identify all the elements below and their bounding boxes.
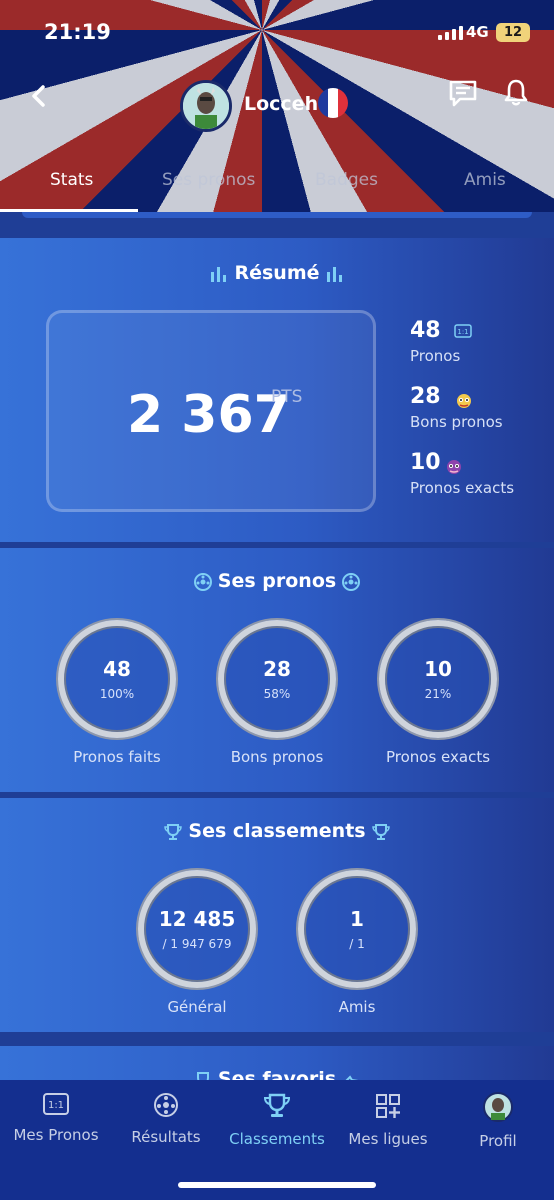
ring-label: Pronos exacts xyxy=(385,748,491,766)
ring-sub: / 1 xyxy=(349,937,365,951)
tab-ses-pronos[interactable]: Ses pronos xyxy=(162,170,255,190)
bar-chart-icon xyxy=(211,266,227,282)
favoris-card: Ses favoris xyxy=(0,1046,554,1082)
tab-badges[interactable]: Badges xyxy=(315,170,378,190)
ring-value: 48 xyxy=(103,657,131,681)
ring-sub: 100% xyxy=(99,687,135,701)
france-flag-icon xyxy=(318,88,348,118)
ball-icon xyxy=(154,1093,178,1117)
stat-pronos: 48 1:1 Pronos xyxy=(410,318,472,365)
trophy-icon xyxy=(164,823,183,840)
ring-value: 28 xyxy=(263,657,291,681)
profile-header: 21:19 4G 12 Locceh Stats Ses pronos Badg… xyxy=(0,0,554,212)
avatar-icon xyxy=(483,1092,513,1122)
ring-general: 12 485 / 1 947 679 Général xyxy=(117,870,277,1016)
stats-content[interactable]: Résumé 2 367 PTS 48 1:1 Pronos 28 Bons p… xyxy=(0,212,554,1082)
classements-title: Ses classements xyxy=(0,820,554,842)
nav-resultats[interactable]: Résultats xyxy=(111,1092,221,1146)
ring-label: Amis xyxy=(338,998,376,1016)
nav-label: Mes Pronos xyxy=(13,1126,99,1144)
bar-chart-icon xyxy=(326,266,342,282)
monster-yellow-icon xyxy=(457,394,471,408)
nav-label: Mes ligues xyxy=(348,1130,428,1148)
nav-label: Classements xyxy=(229,1130,325,1148)
avatar-icon xyxy=(183,83,229,129)
points-box: 2 367 PTS xyxy=(46,310,376,512)
ring-sub: / 1 947 679 xyxy=(162,937,232,951)
network-label: 4G xyxy=(466,23,489,41)
nav-mes-ligues[interactable]: Mes ligues xyxy=(333,1092,443,1148)
ring-label: Général xyxy=(167,998,227,1016)
tab-amis[interactable]: Amis xyxy=(464,170,506,190)
add-grid-icon xyxy=(376,1094,400,1118)
signal-icon xyxy=(438,26,463,40)
ring-pronos-faits: 48 100% Pronos faits xyxy=(37,620,197,766)
stat-pronos-label: Pronos xyxy=(410,347,461,365)
nav-label: Résultats xyxy=(131,1128,201,1146)
points-unit: PTS xyxy=(271,387,303,407)
stat-exacts-label: Pronos exacts xyxy=(410,479,515,497)
username: Locceh xyxy=(244,93,319,115)
stat-pronos-value: 48 xyxy=(410,318,441,343)
nav-label: Profil xyxy=(479,1132,517,1150)
nav-profil[interactable]: Profil xyxy=(443,1092,553,1150)
ball-icon xyxy=(342,572,361,591)
one-one-icon: 1:1 xyxy=(454,324,472,338)
ring-sub: 21% xyxy=(424,687,452,701)
nav-mes-pronos[interactable]: 1:1 Mes Pronos xyxy=(1,1092,111,1144)
pronos-card: Ses pronos 48 100% Pronos faits 28 58% Bon… xyxy=(0,548,554,792)
status-time: 21:19 xyxy=(44,20,111,44)
pronos-title: Ses pronos xyxy=(0,570,554,592)
ring-amis: 1 / 1 Amis xyxy=(277,870,437,1016)
stat-bons-label: Bons pronos xyxy=(410,413,503,431)
resume-title: Résumé xyxy=(0,262,554,284)
points-value: 2 367 xyxy=(127,385,290,445)
classements-title-text: Ses classements xyxy=(188,820,366,842)
ring-label: Bons pronos xyxy=(230,748,324,766)
svg-text:1:1: 1:1 xyxy=(48,1100,64,1111)
resume-title-text: Résumé xyxy=(234,262,320,284)
home-indicator[interactable] xyxy=(178,1182,376,1188)
back-arrow-icon[interactable] xyxy=(28,84,50,108)
trophy-icon xyxy=(371,823,390,840)
ball-icon xyxy=(193,572,212,591)
ring-label: Pronos faits xyxy=(73,748,161,766)
bell-icon[interactable] xyxy=(503,78,529,108)
battery-icon: 12 xyxy=(496,23,530,42)
avatar[interactable] xyxy=(180,80,232,132)
one-one-icon: 1:1 xyxy=(43,1093,69,1115)
ring-sub: 58% xyxy=(263,687,291,701)
ring-value: 1 xyxy=(350,907,364,931)
profile-tabs: Stats Ses pronos Badges Amis xyxy=(0,166,554,212)
ring-value: 10 xyxy=(424,657,452,681)
ring-pronos-exacts: 10 21% Pronos exacts xyxy=(358,620,518,766)
status-bar: 21:19 4G 12 xyxy=(0,0,554,60)
ring-value: 12 485 xyxy=(158,907,236,931)
chat-icon[interactable] xyxy=(448,78,478,108)
pronos-title-text: Ses pronos xyxy=(217,570,337,592)
trophy-icon xyxy=(263,1093,291,1117)
ring-bons-pronos: 28 58% Bons pronos xyxy=(197,620,357,766)
classements-card: Ses classements 12 485 / 1 947 679 Généra… xyxy=(0,798,554,1032)
svg-text:1:1: 1:1 xyxy=(457,328,468,336)
stat-pronos-exacts: 10 Pronos exacts xyxy=(410,450,514,497)
divider xyxy=(22,212,532,218)
monster-purple-icon xyxy=(447,460,461,474)
tab-stats[interactable]: Stats xyxy=(50,170,93,190)
stat-bons-pronos: 28 Bons pronos xyxy=(410,384,503,431)
nav-classements[interactable]: Classements xyxy=(222,1092,332,1148)
resume-card: Résumé 2 367 PTS 48 1:1 Pronos 28 Bons p… xyxy=(0,238,554,542)
